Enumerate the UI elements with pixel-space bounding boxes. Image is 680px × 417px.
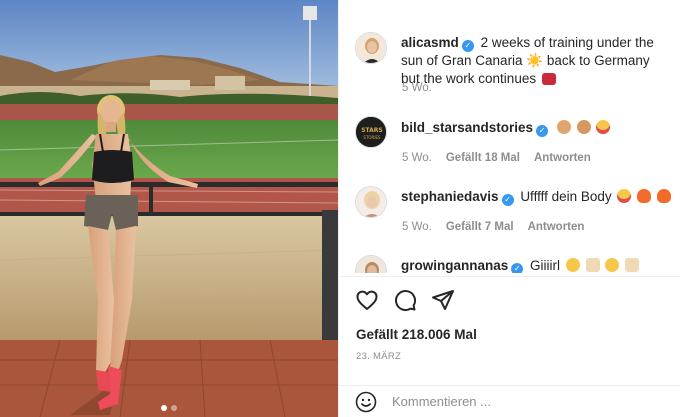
divider: [339, 276, 680, 277]
heart-icon[interactable]: [355, 288, 379, 312]
comment-username[interactable]: growingannanas: [401, 258, 508, 273]
emoji-smile-icon[interactable]: [355, 391, 377, 413]
verified-badge-icon: ✓: [501, 194, 514, 206]
point-left-emoji: [625, 258, 640, 272]
post-photo[interactable]: [0, 0, 338, 417]
fire-emoji: [637, 189, 652, 203]
carousel-indicator: [0, 405, 338, 411]
avatar[interactable]: [355, 32, 387, 64]
comment-bubble-icon[interactable]: [393, 288, 417, 312]
carousel-dot[interactable]: [171, 405, 177, 411]
reply-button[interactable]: Antworten: [534, 152, 591, 164]
astonished-emoji: [565, 258, 580, 272]
heart-eyes-emoji: [617, 189, 632, 203]
post-image: [0, 0, 338, 417]
post-author-username[interactable]: alicasmd: [401, 35, 459, 50]
comment-username[interactable]: bild_starsandstories: [401, 120, 533, 135]
comment-avatar[interactable]: STARS STORIES: [355, 116, 387, 148]
reply-button[interactable]: Antworten: [528, 221, 585, 233]
carousel-dot-active[interactable]: [161, 405, 167, 411]
comment-body: bild_starsandstories ✓: [401, 119, 611, 137]
comment-likes[interactable]: Gefällt 18 Mal: [446, 152, 520, 164]
comment-input[interactable]: [392, 394, 652, 409]
likes-count[interactable]: Gefällt 218.006 Mal: [356, 327, 477, 342]
verified-badge-icon: ✓: [511, 263, 524, 273]
comment-body: stephaniedavis ✓ Ufffff dein Body: [401, 188, 671, 206]
caption-row: alicasmd ✓ 2 weeks of training under the …: [355, 32, 680, 88]
post-panel: alicasmd ✓ 2 weeks of training under the …: [338, 0, 680, 417]
red-emoji-icon: [541, 73, 556, 85]
comment-time[interactable]: 5 Wo.: [402, 152, 432, 164]
caption-text-block: alicasmd ✓ 2 weeks of training under the …: [401, 34, 663, 88]
comment-avatar[interactable]: [355, 186, 387, 218]
post-actions: [355, 288, 455, 312]
point-left-emoji: [585, 258, 600, 272]
comment-time[interactable]: 5 Wo.: [402, 221, 432, 233]
clap-emoji: [576, 120, 591, 134]
comment-text: Giiiirl: [530, 258, 561, 273]
clap-emoji: [556, 120, 571, 134]
paper-plane-icon[interactable]: [431, 288, 455, 312]
comment-meta: 5 Wo. Gefällt 18 Mal Antworten: [402, 152, 591, 164]
comment-row: growingannanas ✓ Giiiirl: [355, 255, 680, 273]
verified-badge-icon: ✓: [536, 125, 549, 137]
comment-row: STARS STORIES bild_starsandstories ✓: [355, 116, 680, 148]
svg-text:STORIES: STORIES: [363, 135, 381, 140]
astonished-emoji: [605, 258, 620, 272]
comment-meta: 5 Wo. Gefällt 7 Mal Antworten: [402, 221, 584, 233]
caption-meta: 5 Wo.: [402, 82, 432, 94]
post-time[interactable]: 5 Wo.: [402, 82, 432, 94]
heart-eyes-emoji: [596, 120, 611, 134]
fire-emoji: [656, 189, 671, 203]
svg-text:STARS: STARS: [361, 127, 383, 134]
comment-row: stephaniedavis ✓ Ufffff dein Body: [355, 186, 680, 218]
comment-text: Ufffff dein Body: [520, 189, 612, 204]
comment-bar: [339, 385, 680, 417]
comment-avatar[interactable]: [355, 255, 387, 273]
verified-badge-icon: ✓: [461, 40, 474, 52]
comment-likes[interactable]: Gefällt 7 Mal: [446, 221, 514, 233]
comment-username[interactable]: stephaniedavis: [401, 189, 499, 204]
comment-body: growingannanas ✓ Giiiirl: [401, 257, 640, 273]
post-date: 23. MÄRZ: [356, 351, 402, 362]
